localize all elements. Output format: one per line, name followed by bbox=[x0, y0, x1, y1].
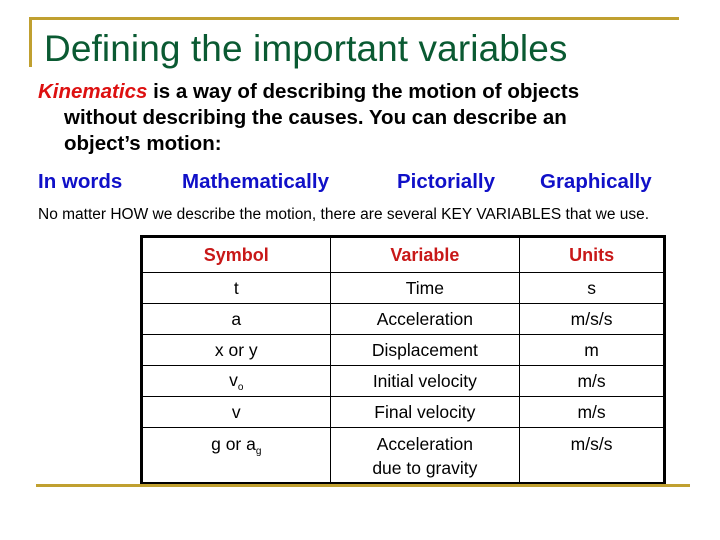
kinematics-keyword: Kinematics bbox=[38, 80, 148, 103]
symbol-cell: t bbox=[141, 272, 331, 304]
variable-cell: Acceleration due to gravity bbox=[329, 427, 521, 484]
header-variable: Variable bbox=[329, 236, 521, 273]
key-variables-note: No matter HOW we describe the motion, th… bbox=[38, 206, 650, 223]
table-row: a Acceleration m/s/s bbox=[141, 303, 665, 335]
symbol-text: v bbox=[229, 369, 238, 390]
units-cell: m bbox=[519, 334, 665, 366]
table-row: v Final velocity m/s bbox=[141, 396, 665, 428]
symbol-cell: a bbox=[141, 303, 331, 335]
way-pictorially: Pictorially bbox=[397, 170, 495, 193]
way-mathematically: Mathematically bbox=[182, 170, 329, 193]
symbol-cell: x or y bbox=[141, 334, 331, 366]
table-row: x or y Displacement m bbox=[141, 334, 665, 366]
symbol-text: x or y bbox=[214, 339, 258, 360]
intro-line-2: without describing the causes. You can d… bbox=[64, 106, 567, 129]
units-cell: s bbox=[519, 272, 665, 304]
top-accent-line bbox=[29, 17, 679, 20]
symbol-subscript: g bbox=[255, 446, 262, 457]
way-in-words: In words bbox=[38, 170, 123, 193]
left-accent-line bbox=[29, 17, 32, 67]
way-graphically: Graphically bbox=[540, 170, 652, 193]
header-units: Units bbox=[519, 236, 665, 273]
symbol-subscript: o bbox=[237, 381, 244, 393]
variable-cell: Acceleration bbox=[329, 303, 521, 335]
units-cell: m/s bbox=[519, 365, 665, 397]
units-cell: m/s bbox=[519, 396, 665, 428]
variables-table: Symbol Variable Units t Time s a Acceleratio… bbox=[140, 235, 666, 485]
intro-line-3: object’s motion: bbox=[64, 132, 222, 155]
variable-cell: Final velocity bbox=[329, 396, 521, 428]
variable-cell: Displacement bbox=[329, 334, 521, 366]
table-header-row: Symbol Variable Units bbox=[141, 236, 665, 273]
intro-line-1: is a way of describing the motion of obj… bbox=[147, 80, 580, 103]
variable-cell: Time bbox=[329, 272, 521, 304]
symbol-text: v bbox=[231, 401, 241, 422]
header-symbol: Symbol bbox=[141, 236, 331, 273]
units-cell: m/s/s bbox=[519, 427, 665, 484]
symbol-cell: g or ag bbox=[141, 427, 331, 484]
symbol-text: g or a bbox=[211, 434, 256, 454]
slide-title: Defining the important variables bbox=[44, 28, 568, 69]
intro-paragraph: Kinematics is a way of describing the mo… bbox=[38, 79, 698, 157]
symbol-text: t bbox=[233, 277, 239, 298]
table-row: g or ag Acceleration due to gravity m/s/s bbox=[141, 427, 665, 484]
units-cell: m/s/s bbox=[519, 303, 665, 335]
bottom-accent-line bbox=[36, 484, 690, 487]
symbol-cell: v bbox=[141, 396, 331, 428]
symbol-text: a bbox=[231, 308, 242, 329]
symbol-cell: vo bbox=[141, 365, 331, 397]
variable-cell: Initial velocity bbox=[329, 365, 521, 397]
table-row: t Time s bbox=[141, 272, 665, 304]
table-row: vo Initial velocity m/s bbox=[141, 365, 665, 397]
